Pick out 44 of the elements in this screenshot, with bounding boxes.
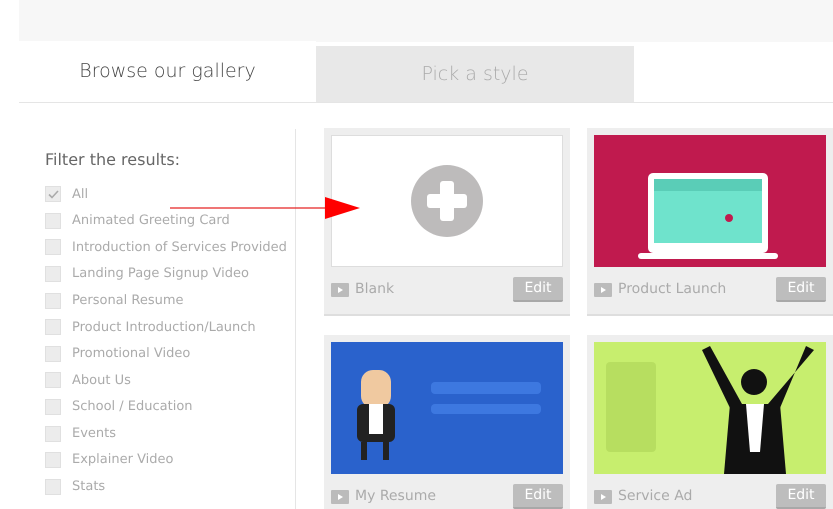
plus-icon <box>411 165 483 237</box>
filter-label[interactable]: Animated Greeting Card <box>72 211 230 231</box>
filter-label[interactable]: Product Introduction/Launch <box>72 318 256 338</box>
checkbox[interactable] <box>45 319 61 336</box>
checkbox[interactable] <box>45 346 61 362</box>
filter-label[interactable]: Promotional Video <box>72 344 190 364</box>
filter-title: Filter the results: <box>45 149 182 171</box>
edit-button[interactable]: Edit <box>776 277 826 302</box>
template-title: Product Launch <box>618 280 726 299</box>
filter-label[interactable]: Stats <box>72 477 106 497</box>
checkbox[interactable] <box>45 452 61 468</box>
checkbox[interactable] <box>45 478 61 495</box>
video-icon <box>331 490 349 504</box>
checkbox[interactable] <box>45 372 61 388</box>
checkbox[interactable] <box>45 266 61 282</box>
edit-button[interactable]: Edit <box>513 277 563 302</box>
template-card[interactable]: Product Launch Edit <box>587 128 833 316</box>
checkbox[interactable] <box>45 239 61 256</box>
template-card[interactable]: Blank Edit <box>324 128 570 316</box>
filter-label[interactable]: School / Education <box>72 397 193 417</box>
filter-label[interactable]: About Us <box>72 370 131 390</box>
edit-button[interactable]: Edit <box>776 484 826 509</box>
template-title: Service Ad <box>618 487 692 506</box>
checkbox[interactable] <box>45 212 61 229</box>
filter-label[interactable]: Introduction of Services Provided <box>72 238 287 258</box>
filter-label[interactable]: Events <box>72 424 116 444</box>
video-icon <box>331 282 349 296</box>
edit-button[interactable]: Edit <box>513 484 563 509</box>
filter-label[interactable]: Landing Page Signup Video <box>72 264 249 284</box>
template-title: My Resume <box>355 487 436 506</box>
template-card[interactable]: My Resume Edit <box>324 335 570 509</box>
video-icon <box>594 282 612 296</box>
check-icon <box>48 190 58 199</box>
filter-label[interactable]: Personal Resume <box>72 290 184 310</box>
checkbox[interactable] <box>45 186 61 202</box>
filter-label[interactable]: Explainer Video <box>72 450 174 470</box>
filter-label[interactable]: All <box>72 184 88 204</box>
tab[interactable]: Pick a style <box>316 46 634 102</box>
checkbox[interactable] <box>45 426 61 442</box>
checkbox[interactable] <box>45 399 61 416</box>
template-card[interactable]: Service Ad Edit <box>587 335 833 509</box>
checkbox[interactable] <box>45 292 61 309</box>
template-title: Blank <box>355 280 394 299</box>
video-icon <box>594 490 612 504</box>
